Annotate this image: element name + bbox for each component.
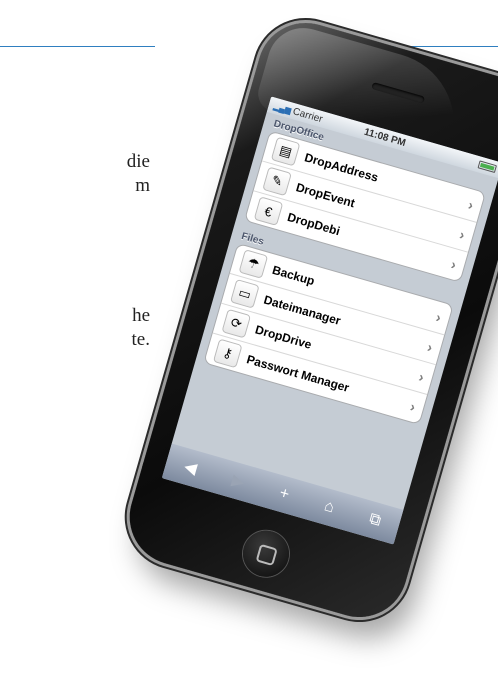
text-fragment: m: [135, 175, 150, 196]
key-icon: ⚷: [212, 338, 243, 369]
top-rule-left: [0, 46, 155, 47]
text-fragment: he: [132, 305, 150, 326]
phone-body: ▂▄▆ Carrier 11:08 PM DropOffice ▤ DropAd…: [118, 11, 498, 629]
home-button[interactable]: [237, 525, 294, 583]
home-square-icon: [255, 543, 278, 566]
money-icon: €: [253, 196, 284, 226]
forward-arrow-icon[interactable]: ▶: [229, 470, 247, 493]
sync-icon: ⟳: [221, 308, 252, 339]
calendar-event-icon: ✎: [262, 166, 292, 197]
browser-toolbar: ◀ ▶ + ⌂ ⧉: [161, 443, 404, 545]
text-fragment: te.: [131, 329, 150, 350]
folder-icon: ▭: [229, 278, 260, 309]
back-arrow-icon[interactable]: ◀: [182, 456, 199, 479]
bookmarks-icon[interactable]: ⌂: [322, 497, 336, 517]
add-plus-icon[interactable]: +: [277, 485, 292, 505]
phone-illustration: ▂▄▆ Carrier 11:08 PM DropOffice ▤ DropAd…: [118, 11, 498, 640]
text-fragment: die: [126, 151, 150, 172]
pages-icon[interactable]: ⧉: [367, 510, 383, 530]
address-book-icon: ▤: [270, 136, 301, 167]
text-fragment: n: [0, 450, 151, 474]
phone-screen: ▂▄▆ Carrier 11:08 PM DropOffice ▤ DropAd…: [161, 96, 498, 545]
umbrella-icon: ☂: [238, 249, 269, 279]
